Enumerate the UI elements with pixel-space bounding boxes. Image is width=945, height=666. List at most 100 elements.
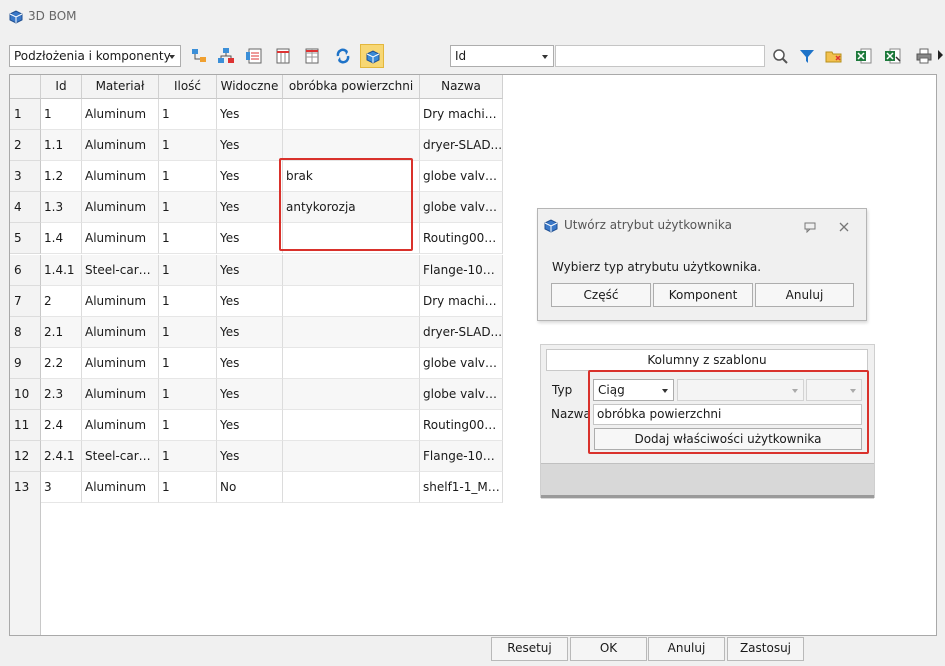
cell-id[interactable]: 2.3	[41, 378, 82, 410]
cell-surface-treatment[interactable]	[283, 472, 420, 504]
cell-visible[interactable]: Yes	[217, 130, 283, 162]
cell-name[interactable]: Dry machin...	[420, 285, 503, 317]
cell-visible[interactable]: Yes	[217, 192, 283, 224]
expand-tool-button[interactable]	[187, 44, 211, 68]
cell-id[interactable]: 3	[41, 472, 82, 504]
ok-button[interactable]: OK	[570, 637, 647, 661]
part-button[interactable]: Część	[551, 283, 651, 307]
cell-visible[interactable]: Yes	[217, 99, 283, 130]
cell-quantity[interactable]: 1	[159, 378, 217, 410]
cell-visible[interactable]: Yes	[217, 254, 283, 286]
cell-visible[interactable]: Yes	[217, 410, 283, 441]
cell-material[interactable]: Aluminum	[82, 192, 159, 224]
row-number[interactable]: 11	[10, 410, 41, 441]
cell-visible[interactable]: Yes	[217, 161, 283, 193]
row-number[interactable]: 1	[10, 99, 41, 130]
row-number[interactable]: 12	[10, 441, 41, 473]
cell-surface-treatment[interactable]	[283, 410, 420, 441]
cell-surface-treatment[interactable]	[283, 316, 420, 348]
cell-quantity[interactable]: 1	[159, 347, 217, 379]
cell-surface-treatment[interactable]	[283, 99, 420, 130]
row-number[interactable]: 5	[10, 223, 41, 255]
cell-quantity[interactable]: 1	[159, 410, 217, 441]
cell-id[interactable]: 1	[41, 99, 82, 130]
row-number[interactable]: 10	[10, 378, 41, 410]
search-field-select[interactable]: Id	[450, 45, 554, 67]
column-header-id[interactable]: Id	[41, 75, 82, 99]
table-tool-button[interactable]	[300, 44, 324, 68]
cell-visible[interactable]: Yes	[217, 378, 283, 410]
cell-quantity[interactable]: 1	[159, 285, 217, 317]
cell-material[interactable]: Aluminum	[82, 347, 159, 379]
cell-material[interactable]: Aluminum	[82, 285, 159, 317]
search-input[interactable]	[555, 45, 765, 67]
cell-surface-treatment[interactable]	[283, 378, 420, 410]
reset-button[interactable]: Resetuj	[491, 637, 568, 661]
cell-id[interactable]: 1.1	[41, 130, 82, 162]
cell-material[interactable]: Aluminum	[82, 130, 159, 162]
find-button[interactable]	[768, 44, 792, 68]
row-number[interactable]: 8	[10, 316, 41, 348]
cell-quantity[interactable]: 1	[159, 254, 217, 286]
cell-material[interactable]: Steel-carbon	[82, 254, 159, 286]
cell-quantity[interactable]: 1	[159, 130, 217, 162]
cell-id[interactable]: 2	[41, 285, 82, 317]
cancel-button[interactable]: Anuluj	[648, 637, 725, 661]
cell-material[interactable]: Aluminum	[82, 410, 159, 441]
column-header-surface-treatment[interactable]: obróbka powierzchni	[283, 75, 420, 99]
cell-material[interactable]: Aluminum	[82, 99, 159, 130]
cell-name[interactable]: globe valve ...	[420, 378, 503, 410]
cell-id[interactable]: 1.3	[41, 192, 82, 224]
cell-name[interactable]: Routing004...	[420, 223, 503, 255]
close-icon[interactable]	[838, 221, 850, 233]
refresh-button[interactable]	[331, 44, 355, 68]
cell-visible[interactable]: Yes	[217, 223, 283, 255]
component-button[interactable]: Komponent	[653, 283, 753, 307]
cell-id[interactable]: 1.2	[41, 161, 82, 193]
cell-quantity[interactable]: 1	[159, 99, 217, 130]
cell-surface-treatment[interactable]	[283, 130, 420, 162]
cell-visible[interactable]: Yes	[217, 285, 283, 317]
cell-id[interactable]: 2.2	[41, 347, 82, 379]
overflow-arrow-icon[interactable]	[938, 50, 943, 60]
cell-name[interactable]: globe valve ...	[420, 347, 503, 379]
cell-name[interactable]: globe valve ...	[420, 192, 503, 224]
row-number[interactable]: 3	[10, 161, 41, 193]
export-excel-button[interactable]	[852, 44, 876, 68]
cell-surface-treatment[interactable]	[283, 254, 420, 286]
cell-name[interactable]: Flange-100-...	[420, 254, 503, 286]
print-button[interactable]	[912, 44, 936, 68]
row-number[interactable]: 13	[10, 472, 41, 504]
columns-tool-button[interactable]	[271, 44, 295, 68]
cell-surface-treatment[interactable]	[283, 285, 420, 317]
cell-id[interactable]: 2.4	[41, 410, 82, 441]
cell-material[interactable]: Aluminum	[82, 223, 159, 255]
cell-surface-treatment[interactable]	[283, 441, 420, 473]
cell-surface-treatment[interactable]	[283, 347, 420, 379]
column-header-material[interactable]: Materiał	[82, 75, 159, 99]
cell-material[interactable]: Aluminum	[82, 316, 159, 348]
column-header-name[interactable]: Nazwa	[420, 75, 503, 99]
cell-quantity[interactable]: 1	[159, 441, 217, 473]
cell-name[interactable]: Routing004...	[420, 410, 503, 441]
cell-id[interactable]: 2.1	[41, 316, 82, 348]
cell-name[interactable]: Flange-100-...	[420, 441, 503, 473]
cell-id[interactable]: 1.4	[41, 223, 82, 255]
cell-id[interactable]: 2.4.1	[41, 441, 82, 473]
row-number[interactable]: 9	[10, 347, 41, 379]
cell-name[interactable]: Dry machin...	[420, 99, 503, 130]
cell-quantity[interactable]: 1	[159, 316, 217, 348]
cell-name[interactable]: globe valve ...	[420, 161, 503, 193]
cell-name[interactable]: dryer-SLAD...	[420, 130, 503, 162]
comment-icon[interactable]	[804, 221, 816, 233]
clear-filter-button[interactable]	[822, 44, 846, 68]
cell-visible[interactable]: Yes	[217, 316, 283, 348]
filter-button[interactable]	[795, 44, 819, 68]
view-select[interactable]: Podzłożenia i komponenty	[9, 45, 181, 67]
structure-tool-button[interactable]	[214, 44, 238, 68]
cell-quantity[interactable]: 1	[159, 223, 217, 255]
row-number[interactable]: 7	[10, 285, 41, 317]
3d-view-button[interactable]	[360, 44, 384, 68]
row-number[interactable]: 2	[10, 130, 41, 162]
cell-name[interactable]: shelf1-1_Mi...	[420, 472, 503, 504]
